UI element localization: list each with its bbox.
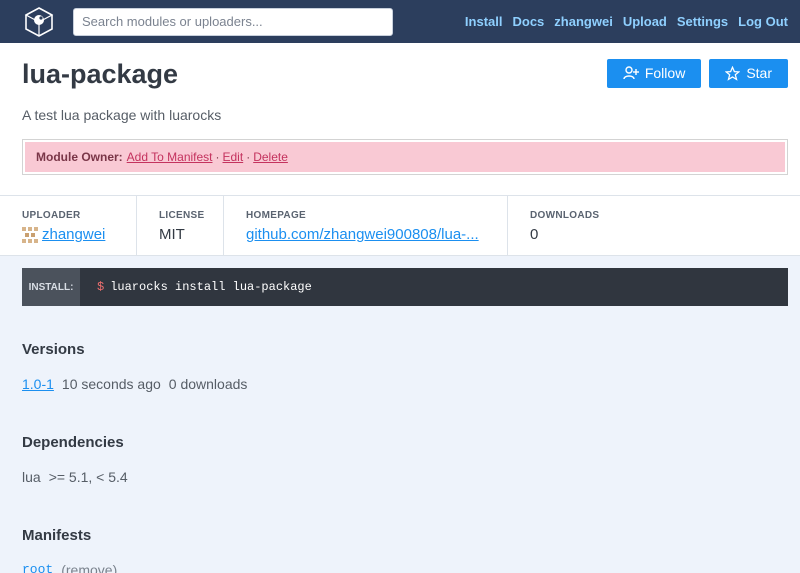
dependencies-section: Dependencies lua >= 5.1, < 5.4 bbox=[0, 434, 800, 485]
top-navbar: Install Docs zhangwei Upload Settings Lo… bbox=[0, 0, 800, 43]
versions-section: Versions 1.0-1 10 seconds ago 0 download… bbox=[0, 341, 800, 392]
separator: · bbox=[246, 150, 251, 164]
follow-button-label: Follow bbox=[644, 65, 686, 81]
downloads-heading: DOWNLOADS bbox=[530, 210, 600, 221]
prompt-symbol: $ bbox=[97, 280, 105, 294]
add-user-icon bbox=[623, 66, 639, 80]
edit-link[interactable]: Edit bbox=[223, 150, 244, 164]
manifests-section: Manifests root (remove) bbox=[0, 527, 800, 573]
owner-label: Module Owner: bbox=[36, 150, 123, 164]
homepage-link[interactable]: github.com/zhangwei900808/lua-... bbox=[246, 226, 479, 243]
downloads-column: DOWNLOADS 0 bbox=[508, 196, 800, 255]
owner-actions-box: Module Owner: Add To Manifest · Edit · D… bbox=[22, 139, 788, 175]
license-column: LICENSE MIT bbox=[137, 196, 224, 255]
install-bar: INSTALL: $ luarocks install lua-package bbox=[22, 268, 788, 306]
list-item: root (remove) bbox=[22, 562, 778, 573]
homepage-column: HOMEPAGE github.com/zhangwei900808/lua-.… bbox=[224, 196, 508, 255]
version-link[interactable]: 1.0-1 bbox=[22, 376, 54, 392]
star-button[interactable]: Star bbox=[709, 58, 788, 88]
follow-button[interactable]: Follow bbox=[606, 58, 702, 88]
avatar bbox=[22, 226, 38, 243]
remove-manifest-link[interactable]: remove bbox=[66, 562, 113, 573]
nav-logout-link[interactable]: Log Out bbox=[738, 14, 788, 29]
module-summary: A test lua package with luarocks bbox=[22, 107, 222, 123]
nav-docs-link[interactable]: Docs bbox=[513, 14, 545, 29]
main-nav: Install Docs zhangwei Upload Settings Lo… bbox=[465, 14, 788, 29]
install-command[interactable]: $ luarocks install lua-package bbox=[97, 280, 312, 294]
homepage-heading: HOMEPAGE bbox=[246, 210, 306, 221]
page-title: lua-package bbox=[22, 58, 179, 89]
uploader-heading: UPLOADER bbox=[22, 210, 81, 221]
license-value: MIT bbox=[159, 226, 185, 243]
nav-user-link[interactable]: zhangwei bbox=[554, 14, 613, 29]
uploader-link[interactable]: zhangwei bbox=[42, 226, 105, 243]
module-header: lua-package Follow Star A test lua packa… bbox=[0, 43, 800, 175]
nav-settings-link[interactable]: Settings bbox=[677, 14, 728, 29]
dependency-constraint: >= 5.1, < 5.4 bbox=[48, 469, 128, 485]
install-label: INSTALL: bbox=[22, 268, 80, 306]
list-item: lua >= 5.1, < 5.4 bbox=[22, 469, 778, 485]
manifests-heading: Manifests bbox=[22, 527, 92, 544]
version-age: 10 seconds ago bbox=[61, 376, 161, 392]
delete-link[interactable]: Delete bbox=[253, 150, 288, 164]
search-input[interactable] bbox=[73, 7, 393, 36]
versions-heading: Versions bbox=[22, 341, 85, 358]
remove-wrapper: (remove) bbox=[61, 562, 117, 573]
downloads-value: 0 bbox=[530, 226, 539, 243]
spacer bbox=[0, 175, 800, 195]
add-to-manifest-link[interactable]: Add To Manifest bbox=[127, 150, 213, 164]
list-item: 1.0-1 10 seconds ago 0 downloads bbox=[22, 376, 778, 392]
install-command-text: luarocks install lua-package bbox=[110, 280, 312, 294]
manifest-link[interactable]: root bbox=[22, 562, 53, 573]
dependencies-heading: Dependencies bbox=[22, 434, 124, 451]
version-downloads: 0 downloads bbox=[168, 376, 248, 392]
nav-upload-link[interactable]: Upload bbox=[623, 14, 667, 29]
star-icon bbox=[725, 65, 741, 81]
uploader-column: UPLOADER zhangwei bbox=[0, 196, 137, 255]
paren-close: ) bbox=[112, 562, 118, 573]
luarocks-logo-icon[interactable] bbox=[22, 5, 56, 39]
separator: · bbox=[215, 150, 220, 164]
module-metadata: UPLOADER zhangwei LICENSE MIT HOMEPAGE g… bbox=[0, 195, 800, 256]
dependency-name: lua bbox=[22, 469, 41, 485]
nav-install-link[interactable]: Install bbox=[465, 14, 503, 29]
star-button-label: Star bbox=[746, 65, 772, 81]
license-heading: LICENSE bbox=[159, 210, 205, 221]
